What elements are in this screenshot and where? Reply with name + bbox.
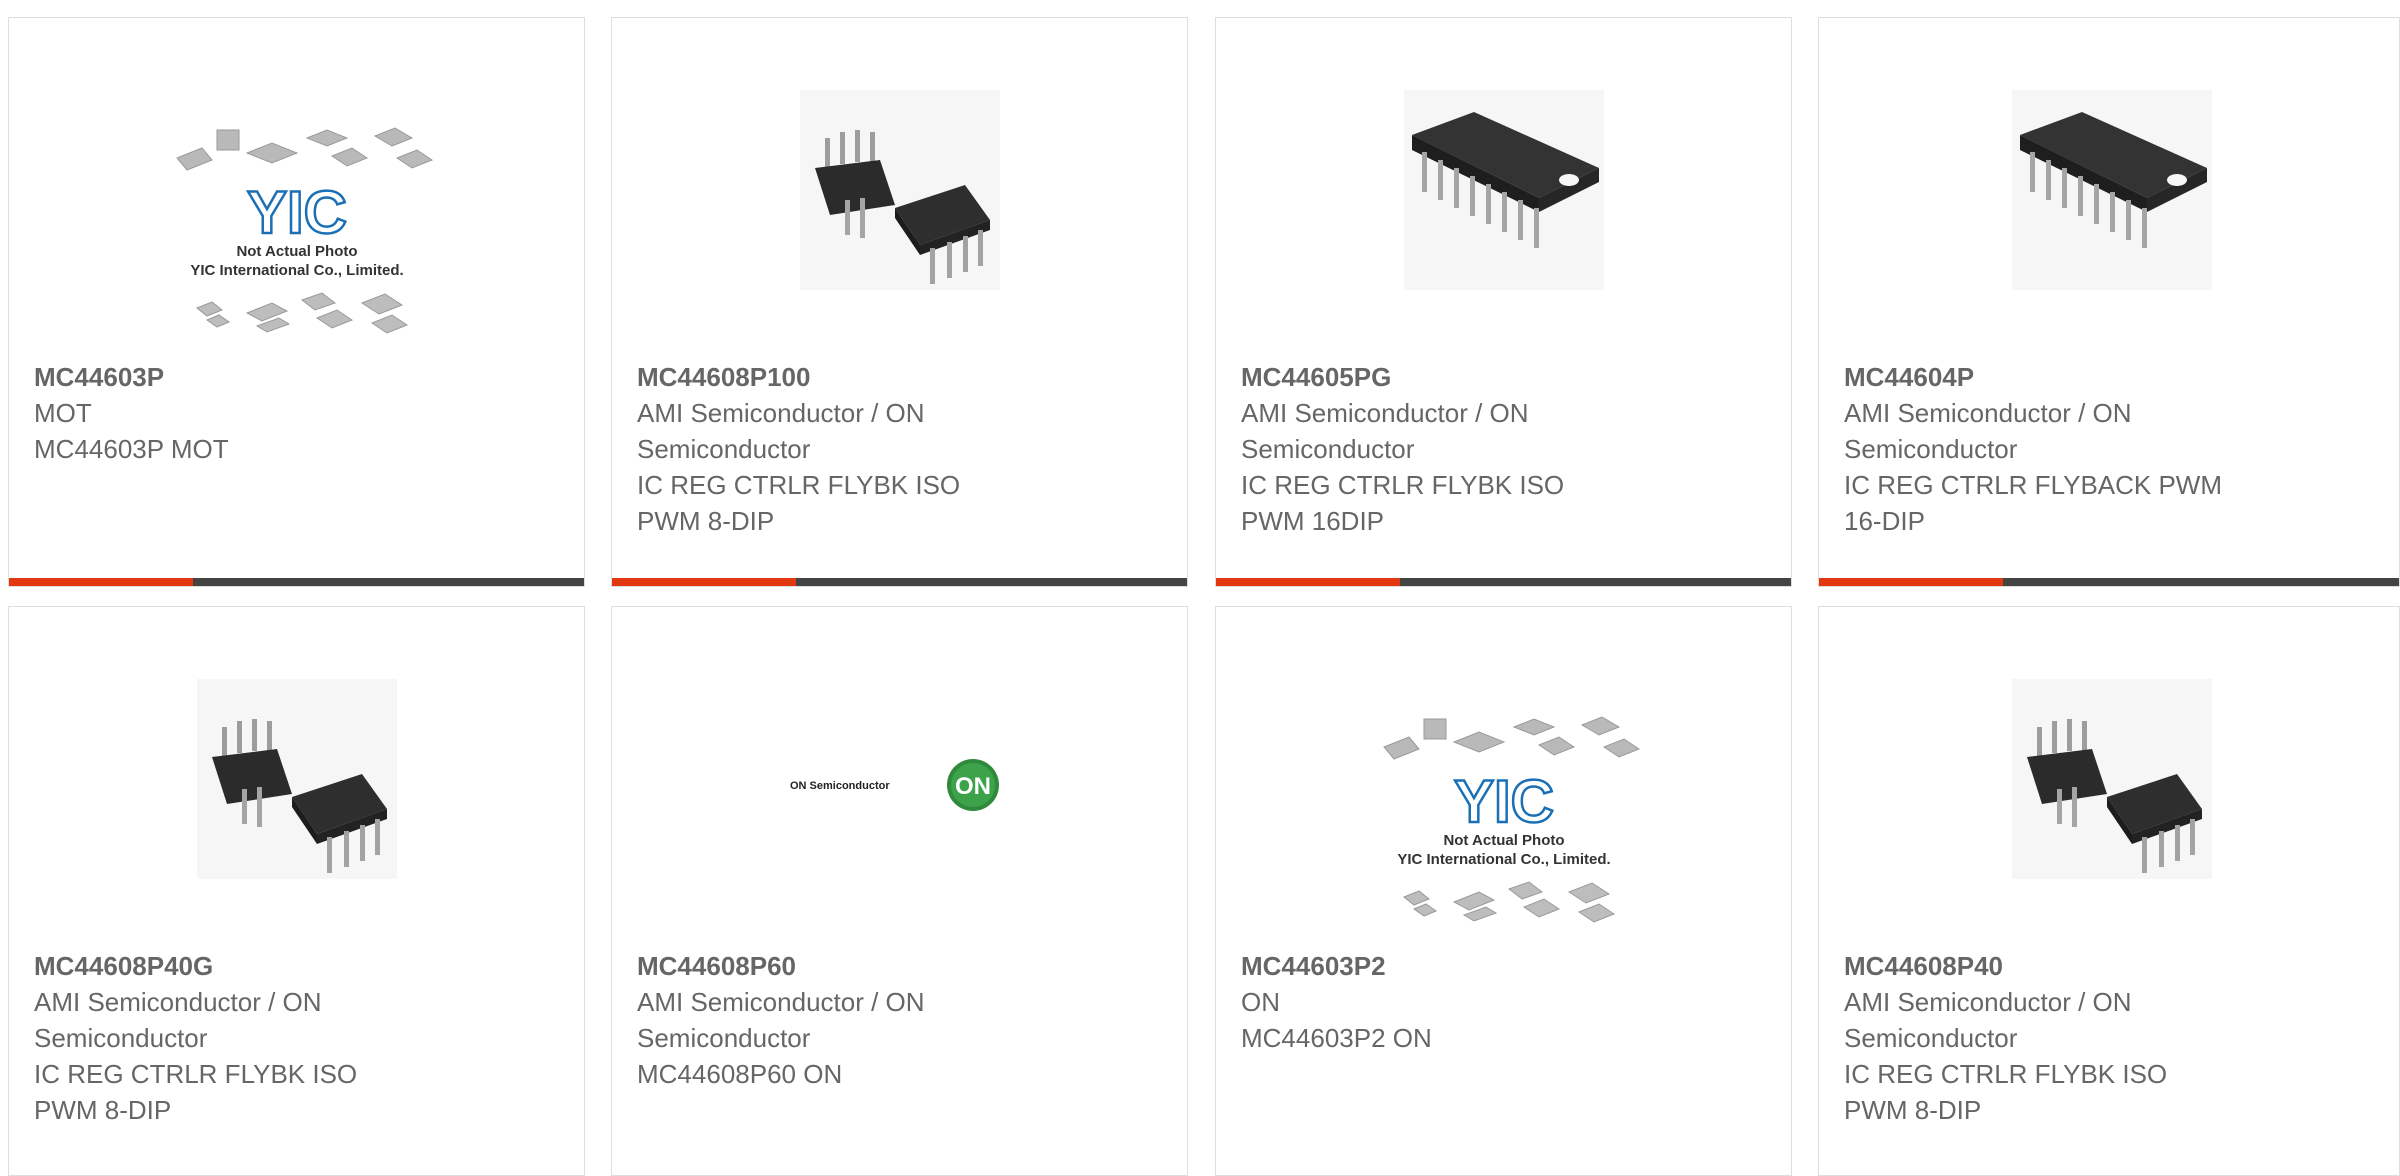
description: IC REG CTRLR FLYBK ISO (1241, 470, 1565, 500)
description-cont: PWM 8-DIP (34, 1095, 172, 1125)
product-card[interactable]: MC44608P40 AMI Semiconductor / ON Semico… (1818, 606, 2400, 1176)
description-cont: PWM 8-DIP (637, 506, 775, 536)
card-accent (612, 578, 796, 586)
description: IC REG CTRLR FLYBACK PWM (1844, 470, 2223, 500)
product-info: MC44608P60 AMI Semiconductor / ON Semico… (637, 948, 1167, 1092)
on-semiconductor-logo: ON Semiconductor ON (790, 759, 999, 811)
dip8-chip-icon (2012, 679, 2212, 879)
chip-placeholder-icon: Not Actual Photo YIC International Co., … (1382, 716, 1640, 923)
product-card[interactable]: MC44608P40G AMI Semiconductor / ON Semic… (8, 606, 585, 1176)
yic-logo: YIC (1453, 768, 1553, 835)
placeholder-company: YIC International Co., Limited. (1397, 851, 1610, 868)
part-number[interactable]: MC44608P100 (637, 359, 1167, 395)
part-number[interactable]: MC44608P40 (1844, 948, 2379, 984)
part-number[interactable]: MC44605PG (1241, 359, 1771, 395)
product-info: MC44608P100 AMI Semiconductor / ON Semic… (637, 359, 1167, 539)
product-card[interactable]: Not Actual Photo YIC International Co., … (1215, 606, 1792, 1176)
description-cont: PWM 16DIP (1241, 506, 1385, 536)
product-info: MC44603P MOT MC44603P MOT (34, 359, 564, 467)
manufacturer: AMI Semiconductor / ON (637, 398, 925, 428)
card-bottom-bar (9, 578, 584, 586)
part-number[interactable]: MC44604P (1844, 359, 2379, 395)
product-grid: Not Actual Photo YIC International Co., … (0, 0, 2400, 1176)
part-number[interactable]: MC44608P60 (637, 948, 1167, 984)
product-card[interactable]: MC44604P AMI Semiconductor / ON Semicond… (1818, 17, 2400, 587)
logo-wordmark: ON Semiconductor (790, 780, 890, 792)
manufacturer: ON (1241, 987, 1280, 1017)
description-cont: 16-DIP (1844, 506, 1925, 536)
manufacturer: AMI Semiconductor / ON (637, 987, 925, 1017)
description: IC REG CTRLR FLYBK ISO (34, 1059, 358, 1089)
dip8-chip-icon (799, 90, 1000, 290)
product-info: MC44608P40G AMI Semiconductor / ON Semic… (34, 948, 564, 1128)
product-image[interactable]: Not Actual Photo YIC International Co., … (9, 18, 584, 360)
manufacturer-cont: Semiconductor (1844, 434, 2018, 464)
product-info: MC44603P2 ON MC44603P2 ON (1241, 948, 1771, 1056)
manufacturer-cont: Semiconductor (1241, 434, 1415, 464)
manufacturer: AMI Semiconductor / ON (1844, 398, 2132, 428)
logo-badge: ON (955, 773, 991, 800)
product-info: MC44604P AMI Semiconductor / ON Semicond… (1844, 359, 2379, 539)
description: IC REG CTRLR FLYBK ISO (637, 470, 961, 500)
card-accent (1216, 578, 1400, 586)
card-accent (9, 578, 193, 586)
product-card[interactable]: MC44608P100 AMI Semiconductor / ON Semic… (611, 17, 1188, 587)
description: MC44603P MOT (34, 434, 229, 464)
manufacturer-cont: Semiconductor (637, 434, 811, 464)
dip8-chip-icon (196, 679, 397, 879)
manufacturer: AMI Semiconductor / ON (1844, 987, 2132, 1017)
product-image[interactable] (1216, 18, 1791, 360)
part-number[interactable]: MC44603P (34, 359, 564, 395)
card-bottom-bar (1819, 578, 2399, 586)
placeholder-company: YIC International Co., Limited. (190, 262, 403, 279)
product-image[interactable] (1819, 18, 2399, 360)
product-image[interactable]: ON Semiconductor ON (612, 607, 1187, 949)
product-info: MC44608P40 AMI Semiconductor / ON Semico… (1844, 948, 2379, 1128)
card-accent (1819, 578, 2003, 586)
manufacturer-cont: Semiconductor (34, 1023, 208, 1053)
product-image[interactable] (9, 607, 584, 949)
description: MC44603P2 ON (1241, 1023, 1432, 1053)
part-number[interactable]: MC44603P2 (1241, 948, 1771, 984)
manufacturer-cont: Semiconductor (637, 1023, 811, 1053)
card-bottom-bar (1216, 578, 1791, 586)
description: IC REG CTRLR FLYBK ISO (1844, 1059, 2168, 1089)
product-info: MC44605PG AMI Semiconductor / ON Semicon… (1241, 359, 1771, 539)
description: MC44608P60 ON (637, 1059, 843, 1089)
part-number[interactable]: MC44608P40G (34, 948, 564, 984)
product-card[interactable]: Not Actual Photo YIC International Co., … (8, 17, 585, 587)
yic-logo: YIC (246, 179, 346, 246)
chip-placeholder-icon: Not Actual Photo YIC International Co., … (175, 127, 433, 334)
product-card[interactable]: ON Semiconductor ON MC44608P60 AMI Semic… (611, 606, 1188, 1176)
manufacturer: AMI Semiconductor / ON (1241, 398, 1529, 428)
dip16-chip-icon (2012, 90, 2212, 290)
product-card[interactable]: MC44605PG AMI Semiconductor / ON Semicon… (1215, 17, 1792, 587)
product-image[interactable] (612, 18, 1187, 360)
product-image[interactable] (1819, 607, 2399, 949)
card-bottom-bar (612, 578, 1187, 586)
product-image[interactable]: Not Actual Photo YIC International Co., … (1216, 607, 1791, 949)
manufacturer: MOT (34, 398, 92, 428)
manufacturer: AMI Semiconductor / ON (34, 987, 322, 1017)
dip16-chip-icon (1403, 90, 1604, 290)
manufacturer-cont: Semiconductor (1844, 1023, 2018, 1053)
description-cont: PWM 8-DIP (1844, 1095, 1982, 1125)
